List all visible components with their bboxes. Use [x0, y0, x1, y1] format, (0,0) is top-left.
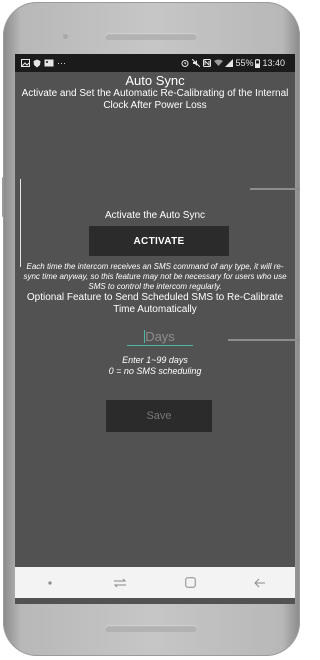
alarm-icon — [181, 60, 189, 67]
days-hint-zero: 0 = no SMS scheduling — [108, 366, 202, 376]
gallery-icon — [21, 59, 30, 67]
days-hint-range: Enter 1~99 days — [122, 355, 188, 365]
callout-line-days — [228, 339, 300, 341]
recent-apps-icon — [113, 578, 127, 587]
scroll-indicator — [20, 179, 21, 267]
phone-bottom-bar — [105, 625, 197, 632]
earpiece-speaker — [105, 33, 197, 40]
more-dots-icon: ··· — [57, 58, 66, 68]
status-right: 55% 13:40 — [181, 58, 289, 68]
battery-icon — [255, 58, 261, 68]
phone-frame: ··· 55% 13:40 Auto Sync Activate and Set… — [2, 2, 300, 656]
home-button[interactable] — [170, 571, 210, 595]
shield-icon — [33, 59, 41, 67]
home-icon — [184, 577, 196, 588]
auto-sync-page: Auto Sync Activate and Set the Automatic… — [15, 72, 295, 566]
back-icon — [254, 578, 265, 587]
sms-resync-note: Each time the intercom receives an SMS c… — [23, 262, 287, 291]
recent-apps-button[interactable] — [100, 571, 140, 595]
text-cursor — [144, 330, 145, 343]
nav-dot-button[interactable] — [30, 571, 70, 595]
days-input[interactable] — [127, 327, 193, 346]
days-hint: Enter 1~99 days 0 = no SMS scheduling — [15, 355, 295, 377]
page-subtitle: Activate and Set the Automatic Re-Calibr… — [21, 88, 289, 111]
front-camera — [63, 34, 68, 39]
activate-label: Activate the Auto Sync — [104, 210, 206, 221]
mute-icon — [192, 59, 201, 67]
status-left: ··· — [21, 58, 70, 68]
clock-time: 13:40 — [262, 58, 285, 68]
activate-button[interactable]: ACTIVATE — [89, 226, 229, 256]
phone-screen: ··· 55% 13:40 Auto Sync Activate and Set… — [15, 54, 295, 604]
phone-side-button — [2, 177, 4, 217]
android-nav-bar — [15, 567, 295, 598]
schedule-label: Optional Feature to Send Scheduled SMS t… — [26, 292, 284, 315]
save-button[interactable]: Save — [106, 400, 212, 432]
callout-line-activate — [250, 188, 300, 190]
signal-icon — [225, 59, 234, 67]
status-bar: ··· 55% 13:40 — [15, 54, 295, 72]
back-button[interactable] — [240, 571, 280, 595]
dot-icon — [48, 580, 52, 585]
image-icon — [44, 59, 54, 67]
wifi-icon — [214, 59, 224, 66]
page-title: Auto Sync — [125, 73, 185, 88]
nfc-icon — [203, 59, 212, 67]
battery-percent: 55% — [235, 58, 254, 68]
